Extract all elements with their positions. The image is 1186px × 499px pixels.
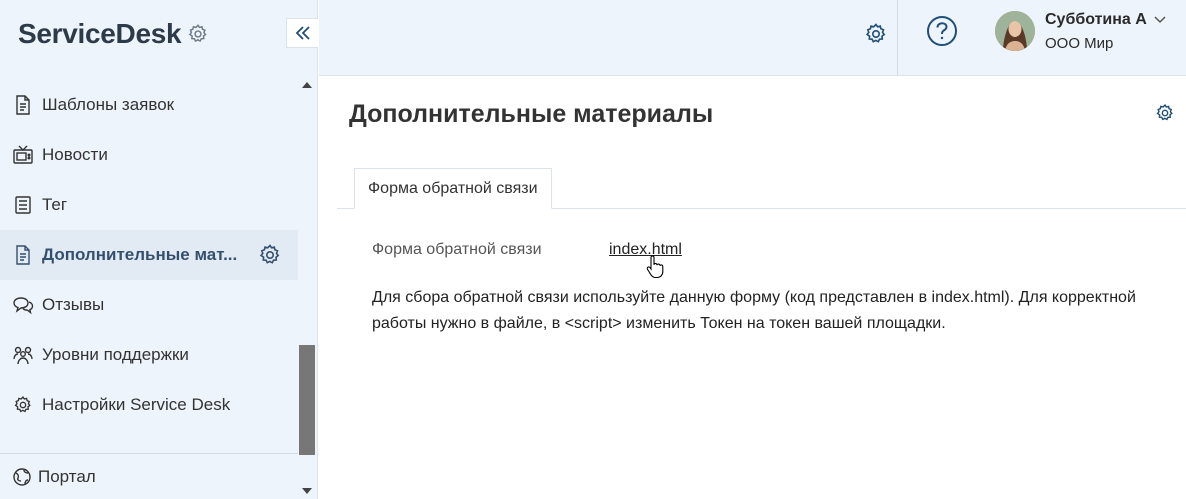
sidebar-item-news[interactable]: Новости: [0, 130, 298, 180]
top-bar: Субботина А ООО Мир: [319, 0, 1186, 76]
user-organization: ООО Мир: [1045, 35, 1114, 52]
sidebar-item-label: Настройки Service Desk: [42, 395, 231, 414]
divider: [897, 0, 898, 76]
sidebar-item-additional-materials[interactable]: Дополнительные мат...: [0, 230, 298, 280]
help-icon[interactable]: [926, 15, 958, 47]
people-icon: [12, 344, 34, 366]
document-icon: [12, 94, 34, 116]
avatar[interactable]: [995, 11, 1035, 51]
sidebar-item-label: Дополнительные мат...: [42, 245, 238, 264]
sidebar-item-label: Тег: [42, 195, 68, 214]
double-chevron-left-icon: [295, 26, 310, 40]
app-title: ServiceDesk: [18, 18, 182, 49]
sidebar-nav: Шаблоны заявок Новости Тег Дополнительны…: [0, 80, 298, 430]
brand: ServiceDesk: [18, 14, 209, 54]
sidebar: ServiceDesk Шаблоны заявок Новости Тег Д…: [0, 0, 318, 499]
gear-icon: [12, 394, 34, 416]
document-icon: [12, 244, 34, 266]
gear-icon[interactable]: [864, 22, 888, 46]
scroll-up-arrow-icon[interactable]: [302, 82, 312, 88]
gear-icon[interactable]: [1155, 103, 1175, 123]
chevron-down-icon[interactable]: [1153, 14, 1167, 26]
tag-list-icon: [12, 194, 34, 216]
globe-icon: [13, 467, 31, 486]
sidebar-item-tag[interactable]: Тег: [0, 180, 298, 230]
avatar-image: [995, 11, 1035, 51]
sidebar-item-label: Отзывы: [42, 295, 105, 314]
scroll-down-arrow-icon[interactable]: [302, 488, 312, 494]
field-label: Форма обратной связи: [372, 241, 542, 258]
sidebar-item-label: Уровни поддержки: [42, 345, 189, 364]
chat-bubbles-icon: [12, 294, 34, 316]
sidebar-item-reviews[interactable]: Отзывы: [0, 280, 298, 330]
scrollbar-thumb[interactable]: [299, 345, 315, 455]
hand-cursor-icon: [646, 255, 664, 279]
gear-icon[interactable]: [187, 23, 209, 45]
tv-icon: [12, 144, 34, 166]
sidebar-item-support-levels[interactable]: Уровни поддержки: [0, 330, 298, 380]
sidebar-item-label: Шаблоны заявок: [42, 95, 175, 114]
tab-feedback-form[interactable]: Форма обратной связи: [354, 168, 552, 209]
user-name[interactable]: Субботина А: [1045, 11, 1147, 29]
gear-icon[interactable]: [258, 243, 282, 267]
main-content: Дополнительные материалы Форма обратной …: [319, 77, 1186, 499]
sidebar-item-servicedesk-settings[interactable]: Настройки Service Desk: [0, 380, 298, 430]
page-title: Дополнительные материалы: [349, 100, 714, 128]
sidebar-item-request-templates[interactable]: Шаблоны заявок: [0, 80, 298, 130]
collapse-sidebar-button[interactable]: [286, 18, 318, 48]
sidebar-item-portal[interactable]: Портал: [0, 453, 298, 499]
sidebar-scrollbar[interactable]: [298, 77, 316, 499]
sidebar-item-label: Новости: [42, 145, 108, 164]
portal-label: Портал: [38, 466, 96, 486]
description-text: Для сбора обратной связи используйте дан…: [372, 289, 1136, 332]
